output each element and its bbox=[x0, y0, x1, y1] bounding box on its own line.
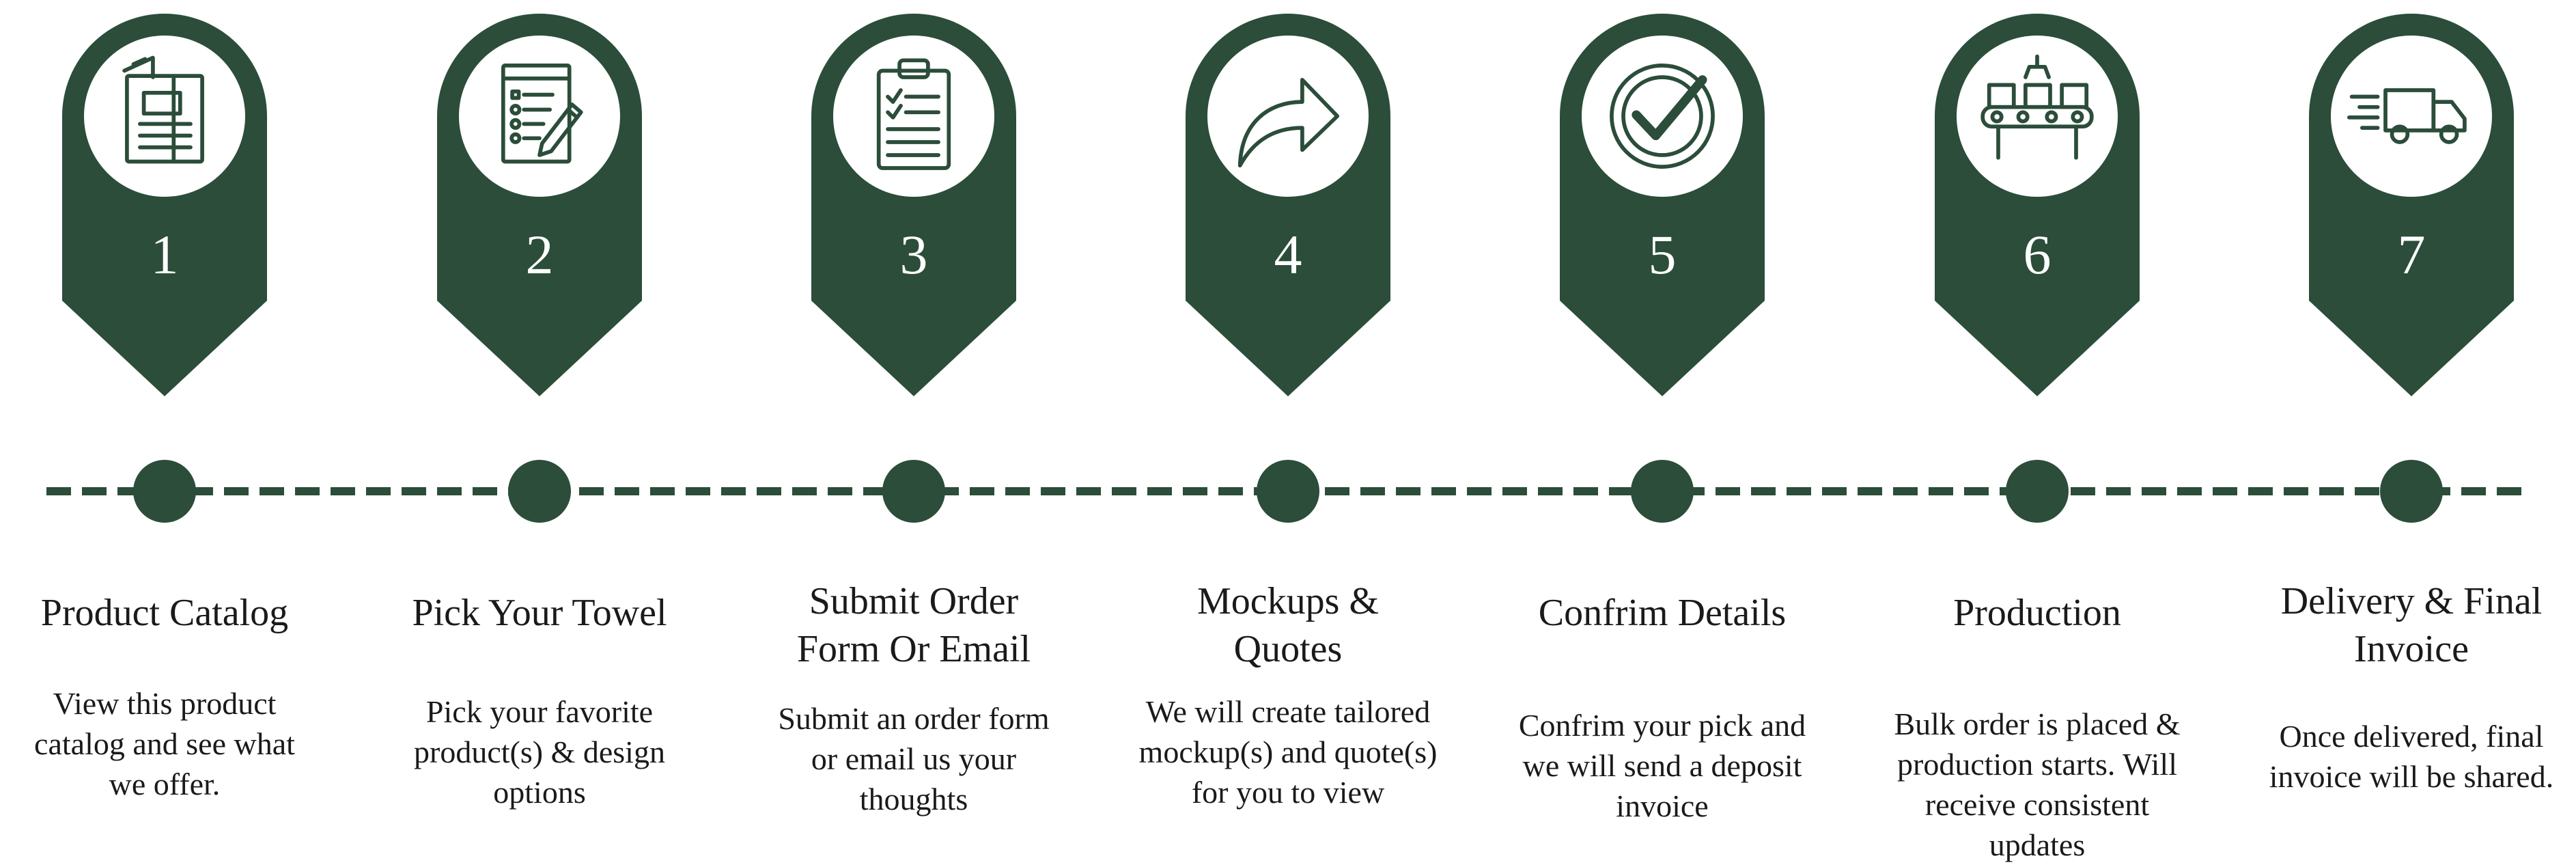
step-title-line: Mockups & bbox=[1197, 580, 1379, 622]
icon-circle bbox=[1582, 36, 1743, 197]
step-marker: 7 bbox=[2309, 14, 2514, 396]
step-number: 5 bbox=[1649, 223, 1677, 286]
step-number: 6 bbox=[2024, 223, 2052, 286]
step-description: Submit an order form or email us your thou… bbox=[727, 698, 1100, 819]
step-5: 5 Confrim Details Confrim your pick and we … bbox=[1476, 0, 1849, 862]
step-title-line: Product Catalog bbox=[40, 592, 289, 634]
step-number: 2 bbox=[526, 223, 554, 286]
step-description: View this product catalog and see what we … bbox=[0, 683, 351, 804]
step-title-line: Form Or Email bbox=[796, 628, 1031, 670]
step-title-line: Confrim Details bbox=[1538, 592, 1787, 634]
icon-circle bbox=[84, 36, 245, 197]
timeline-dot bbox=[2380, 460, 2443, 523]
timeline-dot bbox=[2006, 460, 2069, 523]
timeline-dot bbox=[882, 460, 945, 523]
step-4: 4 Mockups & Quotes We will create tailored m… bbox=[1102, 0, 1474, 862]
step-marker: 1 bbox=[62, 14, 267, 396]
step-3: 3 Submit Order Form Or Email Submit an orde… bbox=[727, 0, 1100, 862]
step-description-line: options bbox=[493, 775, 586, 810]
step-description-line: production starts. Will bbox=[1897, 747, 2177, 782]
step-marker: 2 bbox=[437, 14, 642, 396]
step-6: 6 Production Bulk order is placed & product… bbox=[1851, 0, 2224, 862]
step-title-line: Delivery & Final bbox=[2280, 580, 2543, 622]
step-description-line: we offer. bbox=[109, 767, 221, 801]
step-description-line: invoice bbox=[1616, 788, 1709, 823]
timeline-dot bbox=[508, 460, 571, 523]
step-description-line: Confrim your pick and bbox=[1518, 708, 1806, 743]
step-title-line: Pick Your Towel bbox=[412, 592, 667, 634]
step-description-line: invoice will be shared. bbox=[2269, 759, 2554, 794]
step-description-line: receive consistent bbox=[1924, 787, 2150, 822]
step-title: Confrim Details bbox=[1476, 589, 1849, 637]
step-marker: 5 bbox=[1560, 14, 1765, 396]
step-title: Production bbox=[1851, 589, 2224, 637]
step-description-line: or email us your bbox=[811, 741, 1017, 776]
step-marker: 6 bbox=[1935, 14, 2140, 396]
step-description: Once delivered, final invoice will be sha… bbox=[2225, 716, 2576, 797]
step-7: 7 Delivery & Final Invoice Once delivered, … bbox=[2225, 0, 2576, 862]
step-description-line: thoughts bbox=[859, 782, 968, 816]
step-description-line: we will send a deposit bbox=[1522, 748, 1802, 783]
step-1: 1 Product Catalog View this product catalog… bbox=[0, 0, 351, 862]
step-description: We will create tailored mockup(s) and quo… bbox=[1102, 691, 1474, 812]
step-description-line: View this product bbox=[53, 686, 277, 721]
step-description-line: Bulk order is placed & bbox=[1894, 706, 2181, 741]
timeline-dot bbox=[133, 460, 196, 523]
step-title-line: Quotes bbox=[1233, 628, 1343, 670]
step-description-line: Once delivered, final bbox=[2279, 719, 2544, 754]
step-title-line: Invoice bbox=[2354, 628, 2469, 670]
step-title: Mockups & Quotes bbox=[1102, 577, 1474, 673]
step-description-line: updates bbox=[1989, 827, 2086, 862]
step-description: Bulk order is placed & production starts.… bbox=[1851, 704, 2224, 865]
step-description-line: product(s) & design bbox=[414, 734, 665, 769]
step-title: Submit Order Form Or Email bbox=[727, 577, 1100, 673]
step-number: 7 bbox=[2398, 223, 2426, 286]
process-timeline: 1 Product Catalog View this product catalog… bbox=[0, 0, 2576, 862]
step-2: 2 Pick Your Towel Pick your favorite produc… bbox=[353, 0, 726, 862]
step-description-line: We will create tailored bbox=[1145, 694, 1431, 729]
timeline-dot bbox=[1631, 460, 1694, 523]
timeline-dot bbox=[1257, 460, 1319, 523]
icon-circle bbox=[1207, 36, 1369, 197]
step-number: 1 bbox=[151, 223, 179, 286]
step-description: Pick your favorite product(s) & design opt… bbox=[353, 691, 726, 812]
icon-circle bbox=[459, 36, 620, 197]
step-title-line: Production bbox=[1953, 592, 2121, 634]
step-title: Pick Your Towel bbox=[353, 589, 726, 637]
step-number: 3 bbox=[900, 223, 928, 286]
step-description-line: Pick your favorite bbox=[425, 694, 654, 729]
step-title-line: Submit Order bbox=[809, 580, 1019, 622]
step-description-line: mockup(s) and quote(s) bbox=[1138, 734, 1438, 769]
step-marker: 4 bbox=[1186, 14, 1390, 396]
step-description-line: catalog and see what bbox=[34, 726, 295, 761]
step-marker: 3 bbox=[811, 14, 1016, 396]
step-description-line: Submit an order form bbox=[778, 701, 1050, 736]
step-number: 4 bbox=[1274, 223, 1302, 286]
step-title: Delivery & Final Invoice bbox=[2225, 577, 2576, 673]
step-title: Product Catalog bbox=[0, 589, 351, 637]
step-description: Confrim your pick and we will send a depo… bbox=[1476, 705, 1849, 826]
step-description-line: for you to view bbox=[1191, 775, 1385, 810]
